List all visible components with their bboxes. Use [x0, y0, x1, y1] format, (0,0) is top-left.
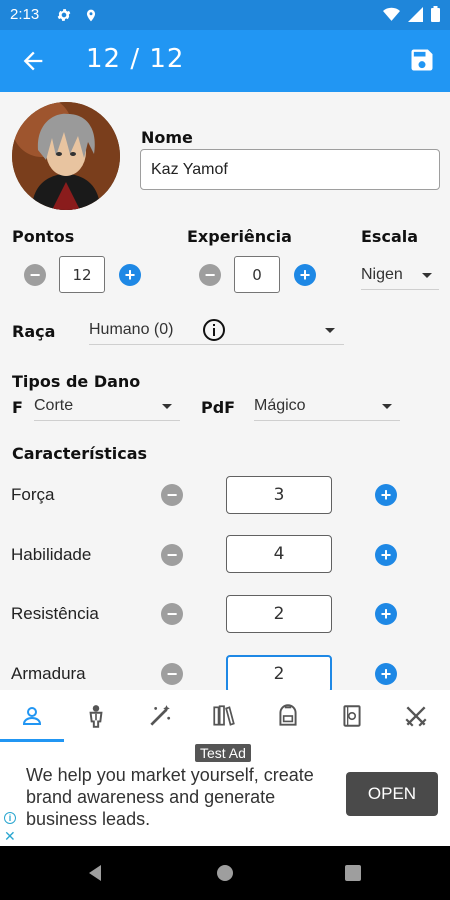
- points-value[interactable]: 12: [59, 256, 105, 293]
- experience-increment-button[interactable]: +: [294, 264, 316, 286]
- experience-decrement-button[interactable]: −: [199, 264, 221, 286]
- resistencia-decrement-button[interactable]: −: [161, 603, 183, 625]
- backpack-icon: [279, 704, 297, 726]
- experience-value[interactable]: 0: [234, 256, 280, 293]
- bottom-tab-bar: [0, 690, 450, 742]
- crossed-swords-icon: [405, 706, 427, 727]
- tab-character[interactable]: [0, 690, 64, 742]
- system-nav-bar: [0, 846, 450, 900]
- info-icon[interactable]: [202, 318, 226, 347]
- page-title: 12 / 12: [86, 44, 185, 74]
- location-icon: [84, 7, 98, 29]
- habilidade-decrement-button[interactable]: −: [161, 544, 183, 566]
- battery-icon: [431, 6, 440, 27]
- minus-icon: −: [166, 604, 178, 624]
- plus-icon: +: [124, 265, 136, 285]
- name-input[interactable]: Kaz Yamof: [140, 149, 440, 190]
- f-label: F: [12, 398, 23, 417]
- stat-label-armadura: Armadura: [11, 664, 86, 683]
- pdf-damage-select[interactable]: Mágico: [254, 391, 400, 421]
- forca-increment-button[interactable]: +: [375, 484, 397, 506]
- points-decrement-button[interactable]: −: [24, 264, 46, 286]
- habilidade-increment-button[interactable]: +: [375, 544, 397, 566]
- character-portrait-icon: [12, 102, 120, 210]
- resistencia-increment-button[interactable]: +: [375, 603, 397, 625]
- f-damage-value: Corte: [34, 396, 74, 414]
- habilidade-value[interactable]: 4: [226, 535, 332, 573]
- f-damage-select[interactable]: Corte: [34, 391, 180, 421]
- stat-label-resistencia: Resistência: [11, 604, 99, 623]
- stat-label-forca: Força: [11, 485, 55, 504]
- settings-icon: [56, 7, 72, 29]
- plus-icon: +: [380, 664, 392, 684]
- nav-home-icon[interactable]: [216, 864, 234, 887]
- wifi-icon: [383, 7, 400, 27]
- minus-icon: −: [166, 545, 178, 565]
- scale-label: Escala: [361, 227, 419, 246]
- tab-combat[interactable]: [384, 690, 448, 742]
- resistencia-value[interactable]: 2: [226, 595, 332, 633]
- dropdown-arrow-icon: [422, 273, 432, 278]
- magic-wand-icon: [150, 705, 171, 726]
- nav-back-icon[interactable]: [86, 864, 104, 887]
- spellbook-icon: [343, 705, 361, 727]
- race-select[interactable]: Humano (0): [89, 315, 344, 345]
- tab-spellbook[interactable]: [320, 690, 384, 742]
- ad-text: We help you market yourself, create bran…: [26, 765, 314, 829]
- experience-label: Experiência: [187, 227, 292, 246]
- ad-info-icon[interactable]: i: [4, 812, 16, 824]
- save-button[interactable]: [408, 46, 436, 74]
- tab-inventory[interactable]: [256, 690, 320, 742]
- dropdown-arrow-icon: [382, 404, 392, 409]
- minus-icon: −: [166, 664, 178, 684]
- tab-adventurer[interactable]: [64, 690, 128, 742]
- race-value: Humano (0): [89, 320, 174, 338]
- forca-value[interactable]: 3: [226, 476, 332, 514]
- status-time: 2:13: [10, 6, 40, 23]
- tab-books[interactable]: [192, 690, 256, 742]
- ad-banner[interactable]: Test Ad We help you market yourself, cre…: [0, 742, 450, 846]
- armadura-increment-button[interactable]: +: [375, 663, 397, 685]
- tab-magic[interactable]: [128, 690, 192, 742]
- forca-decrement-button[interactable]: −: [161, 484, 183, 506]
- plus-icon: +: [299, 265, 311, 285]
- name-label: Nome: [141, 128, 193, 147]
- minus-icon: −: [166, 485, 178, 505]
- armadura-value[interactable]: 2: [226, 655, 332, 690]
- back-button[interactable]: [18, 47, 48, 75]
- minus-icon: −: [29, 265, 41, 285]
- characteristics-label: Características: [12, 444, 148, 463]
- character-form: Nome Kaz Yamof Pontos Experiência Escala…: [0, 92, 450, 690]
- signal-icon: [408, 6, 423, 27]
- scale-select[interactable]: Nigen: [361, 260, 439, 290]
- damage-types-label: Tipos de Dano: [12, 372, 141, 391]
- person-icon: [22, 707, 42, 725]
- status-bar: 2:13: [0, 0, 450, 30]
- app-bar: 12 / 12: [0, 30, 450, 92]
- race-label: Raça: [12, 322, 56, 341]
- pdf-label: PdF: [201, 398, 236, 417]
- stat-label-habilidade: Habilidade: [11, 545, 92, 564]
- nav-recents-icon[interactable]: [345, 865, 361, 886]
- ad-label: Test Ad: [195, 744, 251, 762]
- points-label: Pontos: [12, 227, 75, 246]
- minus-icon: −: [204, 265, 216, 285]
- arrow-back-icon: [23, 51, 43, 71]
- dropdown-arrow-icon: [162, 404, 172, 409]
- character-avatar[interactable]: [12, 102, 120, 210]
- points-increment-button[interactable]: +: [119, 264, 141, 286]
- ad-close-icon[interactable]: ✕: [4, 828, 16, 845]
- plus-icon: +: [380, 604, 392, 624]
- books-icon: [213, 705, 235, 726]
- dropdown-arrow-icon: [325, 328, 335, 333]
- scale-value: Nigen: [361, 265, 403, 283]
- adventurer-icon: [89, 705, 103, 728]
- ad-open-button[interactable]: OPEN: [346, 772, 438, 816]
- armadura-decrement-button[interactable]: −: [161, 663, 183, 685]
- plus-icon: +: [380, 485, 392, 505]
- save-icon: [411, 49, 433, 71]
- pdf-damage-value: Mágico: [254, 396, 306, 414]
- plus-icon: +: [380, 545, 392, 565]
